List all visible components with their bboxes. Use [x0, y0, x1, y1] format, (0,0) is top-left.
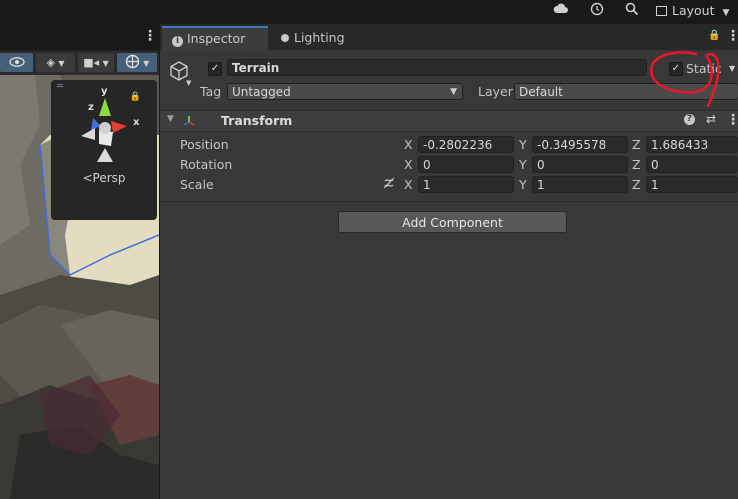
tab-inspector[interactable]: i Inspector: [162, 26, 268, 50]
scale-x-input[interactable]: 1: [418, 176, 514, 193]
scale-y-input[interactable]: 1: [532, 176, 628, 193]
camera-icon: ■◂: [83, 56, 100, 69]
transform-title: Transform: [221, 113, 293, 128]
help-icon[interactable]: ?: [684, 114, 695, 125]
layer-label: Layer: [478, 84, 513, 99]
orientation-gizmo[interactable]: 🔒 ═ y z x <Persp: [51, 80, 157, 220]
history-icon[interactable]: [588, 2, 606, 20]
tab-inspector-label: Inspector: [187, 31, 246, 46]
axis-gizmo-graphic: [81, 98, 127, 162]
rotation-y-input[interactable]: 0: [532, 156, 628, 173]
scene-toolbar: ◈ ▼ ■◂ ▼ ▼: [0, 51, 159, 75]
rotation-z-axis[interactable]: Z: [632, 157, 641, 172]
tab-lighting[interactable]: Lighting: [273, 26, 373, 50]
scene-tabbar: ⋮: [0, 24, 159, 50]
gizmo-z-label: z: [88, 102, 94, 113]
position-x-input[interactable]: -0.2802236: [418, 136, 514, 153]
active-checkbox[interactable]: ✓: [208, 62, 222, 76]
preset-icon[interactable]: ⇄: [706, 112, 716, 126]
scale-label: Scale: [180, 177, 214, 192]
scale-z-input[interactable]: 1: [646, 176, 738, 193]
transform-header[interactable]: ▼ Transform ? ⇄ ⋮: [160, 110, 738, 132]
layers-icon: ◈: [46, 56, 55, 69]
search-icon[interactable]: [623, 2, 641, 20]
position-y-axis[interactable]: Y: [519, 137, 527, 152]
gizmos-button[interactable]: ▼: [117, 53, 157, 72]
eye-icon: [8, 57, 25, 67]
chevron-down-icon: ▼: [722, 8, 730, 18]
more-menu-icon[interactable]: ⋮: [143, 28, 157, 44]
position-label: Position: [180, 137, 229, 152]
scene-viewport[interactable]: 🔒 ═ y z x <Persp: [0, 75, 159, 499]
lock-icon[interactable]: 🔒: [708, 30, 720, 41]
camera-button[interactable]: ■◂ ▼: [78, 53, 114, 72]
perspective-icon: <: [82, 171, 93, 185]
gizmo-menu-icon: ═: [57, 81, 64, 92]
red-annotation-circle: [650, 51, 720, 108]
position-y-input[interactable]: -0.3495578: [532, 136, 628, 153]
transform-icon: [183, 116, 195, 126]
layers-button[interactable]: ◈ ▼: [36, 53, 75, 72]
top-toolbar: Layout ▼: [0, 0, 738, 24]
gizmo-x-label: x: [133, 117, 140, 128]
inspector-tabbar: i Inspector Lighting 🔒 ⋮: [160, 24, 738, 50]
rotation-x-input[interactable]: 0: [418, 156, 514, 173]
gameobject-icon: ▼: [168, 60, 191, 87]
rotation-x-axis[interactable]: X: [404, 157, 413, 172]
constrain-proportions-icon[interactable]: [382, 177, 396, 192]
scene-panel: ⋮ ◈ ▼ ■◂ ▼ ▼ 🔒 ═ y z x <Persp: [0, 24, 159, 499]
component-divider: [160, 201, 738, 202]
info-icon: i: [172, 36, 183, 47]
scale-y-axis[interactable]: Y: [519, 177, 527, 192]
layout-dropdown[interactable]: Layout ▼: [656, 2, 729, 20]
layer-value: Default: [519, 85, 563, 99]
cloud-icon[interactable]: [552, 2, 570, 20]
layout-icon: [656, 6, 667, 16]
position-z-input[interactable]: 1.686433: [646, 136, 738, 153]
object-name-input[interactable]: Terrain: [227, 59, 647, 76]
rotation-y-axis[interactable]: Y: [519, 157, 527, 172]
globe-icon: [125, 54, 139, 69]
visibility-toggle[interactable]: [0, 53, 33, 72]
projection-toggle[interactable]: <Persp: [51, 171, 157, 185]
scale-z-axis[interactable]: Z: [632, 177, 641, 192]
tag-label: Tag: [200, 84, 222, 99]
add-component-button[interactable]: Add Component: [338, 211, 567, 233]
tag-value: Untagged: [232, 85, 291, 99]
scale-x-axis[interactable]: X: [404, 177, 413, 192]
gizmo-y-label: y: [101, 86, 108, 97]
position-z-axis[interactable]: Z: [632, 137, 641, 152]
position-x-axis[interactable]: X: [404, 137, 413, 152]
more-menu-icon[interactable]: ⋮: [726, 28, 738, 44]
component-menu-icon[interactable]: ⋮: [726, 112, 738, 128]
lightbulb-icon: [281, 34, 289, 42]
rotation-label: Rotation: [180, 157, 233, 172]
tab-lighting-label: Lighting: [294, 30, 345, 45]
foldout-arrow-icon: ▼: [167, 114, 174, 124]
rotation-z-input[interactable]: 0: [646, 156, 738, 173]
persp-label: Persp: [92, 171, 126, 185]
inspector-panel: i Inspector Lighting 🔒 ⋮ ▼ ✓ Terrain ✓ St…: [160, 24, 738, 499]
static-dropdown-arrow[interactable]: ▼: [729, 64, 735, 73]
chevron-down-icon: ▼: [450, 87, 457, 97]
layout-label: Layout: [672, 3, 715, 18]
tag-dropdown[interactable]: Untagged ▼: [227, 83, 463, 100]
